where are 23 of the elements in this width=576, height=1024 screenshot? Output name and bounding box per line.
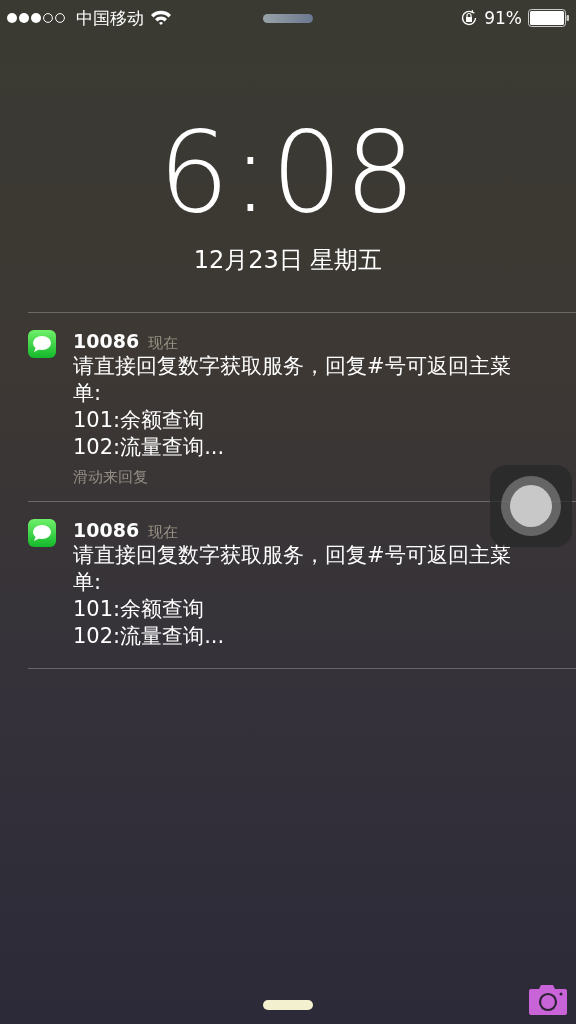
battery-icon: [528, 9, 570, 27]
home-indicator: [263, 1000, 313, 1010]
notification-time: 现在: [148, 523, 179, 542]
message-text: 101:余额查询: [73, 407, 206, 434]
wifi-icon: [150, 10, 172, 26]
sender-name: 10086: [73, 330, 140, 352]
sender-name: 10086: [73, 519, 140, 541]
clock-time: 6:08: [157, 116, 419, 228]
pull-down-handle[interactable]: [263, 13, 313, 23]
message-text: 请直接回复数字获取服务，回复#号可返回主菜单:: [73, 353, 512, 407]
date-text: 12月23日 星期五: [192, 245, 384, 276]
camera-icon[interactable]: [528, 983, 568, 1015]
message-text: 请直接回复数字获取服务，回复#号可返回主菜单:: [73, 542, 512, 596]
carrier-name: 中国移动: [76, 6, 144, 30]
message-text: 102:流量查询...: [73, 434, 226, 461]
messages-app-icon: [28, 330, 56, 358]
message-text: 102:流量查询...: [73, 623, 226, 650]
swipe-hint: 滑动来回复: [73, 468, 149, 487]
notification-time: 现在: [148, 334, 179, 353]
battery-percentage: 91%: [484, 8, 522, 28]
messages-app-icon: [28, 519, 56, 547]
rotation-lock-icon: [460, 9, 479, 27]
message-text: 101:余额查询: [73, 596, 206, 623]
